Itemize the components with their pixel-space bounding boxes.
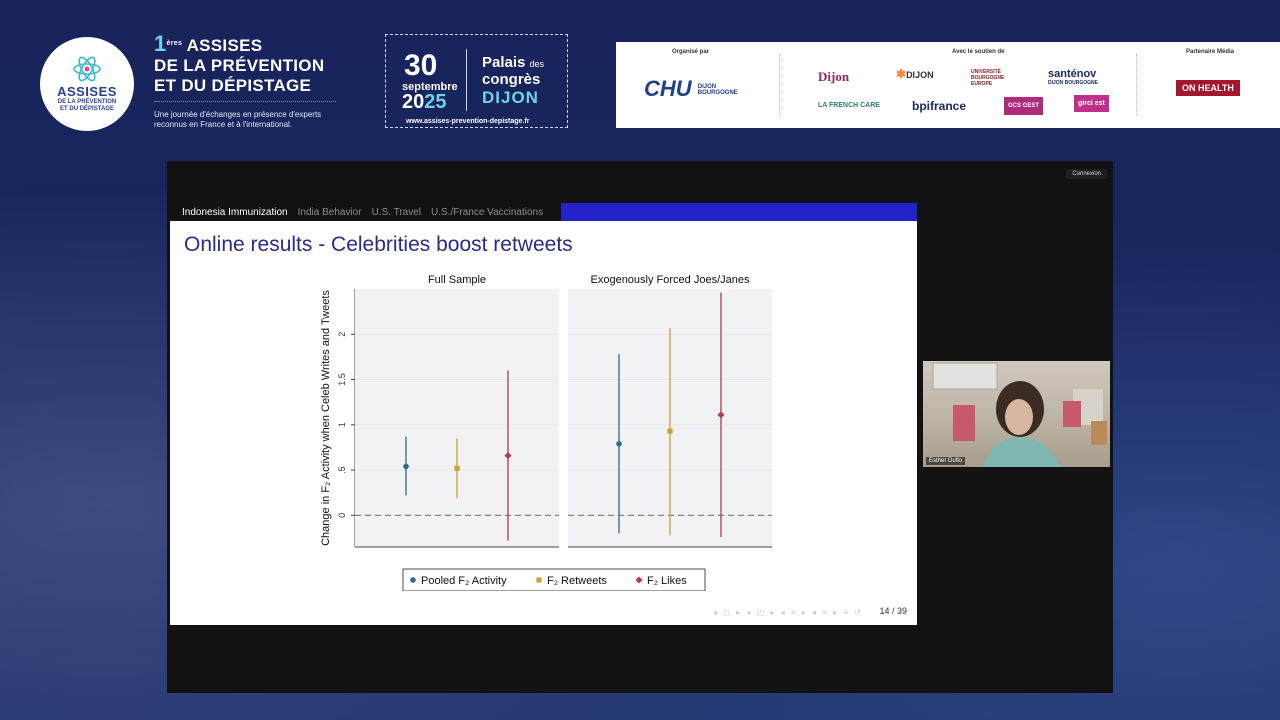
webcam-feed: Esther Duflo [923, 361, 1110, 467]
onhealth-logo: ON HEALTH [1176, 80, 1240, 96]
gcs-logo: GCS GEST [1004, 97, 1044, 115]
subtitle-line-1: Une journée d'échanges en présence d'exp… [154, 110, 322, 119]
atom-icon [73, 56, 101, 81]
tab-india[interactable]: India Behavior [298, 207, 362, 218]
participant-name: Esther Duflo [926, 457, 966, 465]
edition-number: 1 [154, 31, 167, 56]
legend-label: Pooled F₂ Activity [421, 575, 507, 587]
date-day: 30 [404, 49, 438, 82]
beamer-navigation[interactable]: ◂ ◻ ▸ ◂ ◰ ▸ ◂ ≡ ▸ ◂ ≡ ▸ ≡ ↺ [713, 608, 863, 617]
y-tick-label: 2 [337, 332, 347, 337]
edition-suffix: ères [166, 40, 183, 47]
title-line-1: ASSISES [186, 36, 263, 55]
legend-label: F₂ Retweets [547, 575, 607, 587]
event-title: 1ères ASSISES DE LA PRÉVENTION ET DU DÉP… [154, 31, 336, 130]
coefficient-chart: 0 .5 1 1.5 2 Change in F₂ Activity when Celeb… [315, 271, 785, 592]
point-estimate [667, 428, 673, 434]
divider [154, 101, 336, 102]
presentation-slide: Indonesia Immunization India Behavior U.… [170, 203, 917, 625]
panel-title: Full Sample [428, 274, 486, 286]
santenov-logo: santénov DIJON BOURGOGNE [1048, 68, 1099, 86]
girci-logo: girci est [1074, 95, 1109, 112]
legend-label: F₂ Likes [647, 575, 687, 587]
panel-title: Exogenously Forced Joes/Janes [591, 274, 750, 286]
tab-us-france[interactable]: U.S./France Vaccinations [431, 207, 543, 218]
logo-subtext-1: DE LA PRÉVENTION [57, 98, 117, 105]
y-tick-label: 1.5 [337, 373, 347, 386]
universite-logo: UNIVERSITÉ BOURGOGNE EUROPE [971, 69, 1005, 87]
date-year: 2025 [402, 91, 447, 113]
legend-marker [536, 577, 542, 583]
point-estimate [403, 463, 409, 470]
slide-number: 14 / 39 [879, 606, 907, 616]
logo-text: ASSISES [57, 83, 117, 99]
slide-tabs: Indonesia Immunization India Behavior U.… [170, 203, 562, 221]
venue: Palais des congrès DIJON [482, 54, 545, 107]
date-divider [466, 49, 467, 111]
dijon-logo: Dijon [818, 69, 850, 84]
chu-logo: CHU DIJON BOURGOGNE [644, 76, 738, 101]
tab-us-travel[interactable]: U.S. Travel [372, 207, 421, 218]
slide-title: Online results - Celebrities boost retwe… [184, 233, 573, 256]
chart-svg: 0 .5 1 1.5 2 Change in F₂ Activity when Celeb… [320, 274, 772, 592]
media-partner-label: Partenaire Média [1186, 49, 1235, 55]
webcam-image [932, 362, 1107, 467]
y-tick-label: .5 [337, 466, 347, 474]
y-tick-label: 0 [337, 513, 347, 518]
sponsors-banner: Organisé par Avec le soutien de Partenai… [616, 42, 1280, 128]
event-url[interactable]: www.assises-prevention-depistage.fr [406, 118, 529, 125]
organized-by-label: Organisé par [672, 49, 710, 55]
dijon-metropole-logo: ✱DIJON [896, 67, 934, 81]
point-estimate [454, 465, 460, 471]
logo-subtext-2: ET DU DÉPISTAGE [60, 105, 114, 112]
frenchcare-logo: LA FRENCH CARE [818, 102, 880, 109]
support-label: Avec le soutien de [952, 49, 1005, 55]
y-axis-label: Change in F₂ Activity when Celeb Writes … [320, 290, 332, 546]
title-line-2: DE LA PRÉVENTION [154, 56, 325, 75]
point-estimate [616, 441, 622, 447]
bpifrance-logo: bpifrance [912, 99, 967, 113]
subtitle-line-2: reconnus en France et à l'international. [154, 120, 293, 129]
tab-indonesia[interactable]: Indonesia Immunization [182, 207, 288, 218]
venue-city: DIJON [482, 88, 539, 107]
event-date-box: 30 septembre 2025 Palais des congrès DIJ… [385, 34, 568, 128]
title-line-3: ET DU DÉPISTAGE [154, 76, 312, 95]
slide-navbar: Indonesia Immunization India Behavior U.… [170, 203, 917, 221]
event-logo: ASSISES DE LA PRÉVENTION ET DU DÉPISTAGE [40, 37, 134, 131]
legend-marker [410, 577, 416, 583]
y-tick-label: 1 [337, 422, 347, 427]
connexion-button[interactable]: Connexion [1066, 169, 1107, 179]
panel-background [355, 289, 559, 547]
